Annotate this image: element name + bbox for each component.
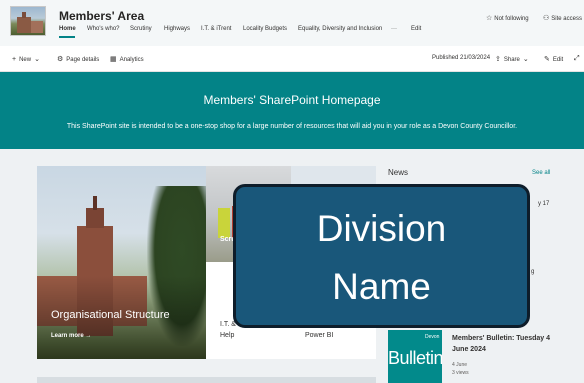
nav-more[interactable]: ··· xyxy=(391,26,397,32)
devon-logo: Devon xyxy=(425,334,440,340)
chevron-down-icon: ⌄ xyxy=(34,56,40,63)
news-item-date: 4 June xyxy=(452,362,468,368)
page-details-label: Page details xyxy=(66,57,100,63)
news-item-title[interactable]: Members' Bulletin: Tuesday 4 June 2024 xyxy=(452,333,562,355)
next-section-edge xyxy=(37,377,376,383)
chevron-down-icon: ⌄ xyxy=(522,56,529,63)
hero-tile-title: Organisational Structure xyxy=(51,309,170,321)
news-item-title-partial[interactable]: g xyxy=(531,269,534,275)
nav-locality-budgets[interactable]: Locality Budgets xyxy=(243,26,287,32)
overlay-line-1: Division xyxy=(316,208,447,249)
share-icon: ⇪ xyxy=(495,56,501,63)
page-details-button[interactable]: ⚙ Page details xyxy=(57,55,99,63)
star-icon: ☆ xyxy=(486,15,493,22)
site-header: Members' Area Home Who's who? Scrutiny H… xyxy=(0,0,584,46)
hero-tile-organisational-structure[interactable]: Organisational Structure Learn more → xyxy=(37,166,206,359)
hero-banner: Members' SharePoint Homepage This ShareP… xyxy=(0,72,584,149)
follow-label: Not following xyxy=(494,16,529,22)
person-image xyxy=(218,208,230,238)
see-all-link[interactable]: See all xyxy=(532,170,550,176)
site-access-label: Site access xyxy=(551,16,582,22)
hero-tile-label: Power BI xyxy=(305,332,334,339)
learn-more-link[interactable]: Learn more → xyxy=(51,333,91,339)
gear-icon: ⚙ xyxy=(57,56,64,63)
expand-icon[interactable]: ⤢ xyxy=(574,55,583,63)
nav-home[interactable]: Home xyxy=(59,26,76,32)
division-name-overlay: Division Name xyxy=(233,184,530,328)
nav-it-itrent[interactable]: I.T. & iTrent xyxy=(201,26,231,32)
news-item-title-partial[interactable]: y 17 xyxy=(538,201,549,207)
nav-edit[interactable]: Edit xyxy=(411,26,421,32)
command-bar: + New ⌄ ⚙ Page details ▦ Analytics Published… xyxy=(0,46,584,72)
nav-whos-who[interactable]: Who's who? xyxy=(87,26,120,32)
overlay-line-2: Name xyxy=(332,266,431,307)
news-heading: News xyxy=(388,168,409,177)
new-button[interactable]: + New ⌄ xyxy=(12,55,43,63)
site-title[interactable]: Members' Area xyxy=(59,9,144,23)
edit-button[interactable]: ✎ Edit xyxy=(544,55,563,63)
site-access-button[interactable]: ⚇ Site access xyxy=(543,14,582,22)
share-label: Share xyxy=(503,57,520,63)
share-button[interactable]: ⇪ Share ⌄ xyxy=(495,55,532,63)
edit-label: Edit xyxy=(552,57,564,63)
nav-scrutiny[interactable]: Scrutiny xyxy=(130,26,152,32)
banner-subtitle: This SharePoint site is intended to be a… xyxy=(66,123,518,130)
news-thumbnail[interactable]: Devon Bulletin xyxy=(388,330,442,383)
new-label: New xyxy=(19,57,32,63)
pencil-icon: ✎ xyxy=(544,56,550,63)
published-status: Published 21/03/2024 xyxy=(432,55,491,61)
site-logo[interactable] xyxy=(10,6,46,36)
nav-highways[interactable]: Highways xyxy=(164,26,190,32)
news-item-views: 3 views xyxy=(452,370,469,376)
nav-edi[interactable]: Equality, Diversity and Inclusion xyxy=(298,26,382,32)
banner-title: Members' SharePoint Homepage xyxy=(203,93,381,107)
analytics-icon: ▦ xyxy=(110,56,117,63)
follow-button[interactable]: ☆ Not following xyxy=(486,14,529,22)
analytics-label: Analytics xyxy=(119,57,144,63)
people-icon: ⚇ xyxy=(543,15,550,22)
nav-active-indicator xyxy=(59,36,75,38)
plus-icon: + xyxy=(12,56,17,63)
hero-tile-label-line2: Help xyxy=(220,332,235,339)
news-thumbnail-word: Bulletin xyxy=(388,348,442,368)
analytics-button[interactable]: ▦ Analytics xyxy=(110,55,144,63)
